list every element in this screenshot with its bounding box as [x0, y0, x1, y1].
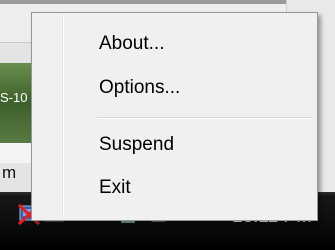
menu-item-exit[interactable]: Exit — [35, 168, 314, 208]
menu-item-label: About... — [99, 33, 165, 54]
background-partial-label: m — [2, 163, 17, 182]
menu-separator — [97, 117, 312, 119]
menu-item-suspend[interactable]: Suspend — [35, 125, 314, 165]
background-window-text: S-10 — [0, 90, 28, 105]
menu-item-about[interactable]: About... — [35, 24, 314, 64]
menu-item-label: Suspend — [99, 134, 175, 155]
menu-item-label: Options... — [99, 77, 181, 98]
background-window-edge — [0, 0, 335, 4]
tray-context-menu: About... Options... Suspend Exit — [31, 12, 318, 221]
menu-item-options[interactable]: Options... — [35, 68, 314, 108]
menu-item-label: Exit — [99, 177, 131, 198]
